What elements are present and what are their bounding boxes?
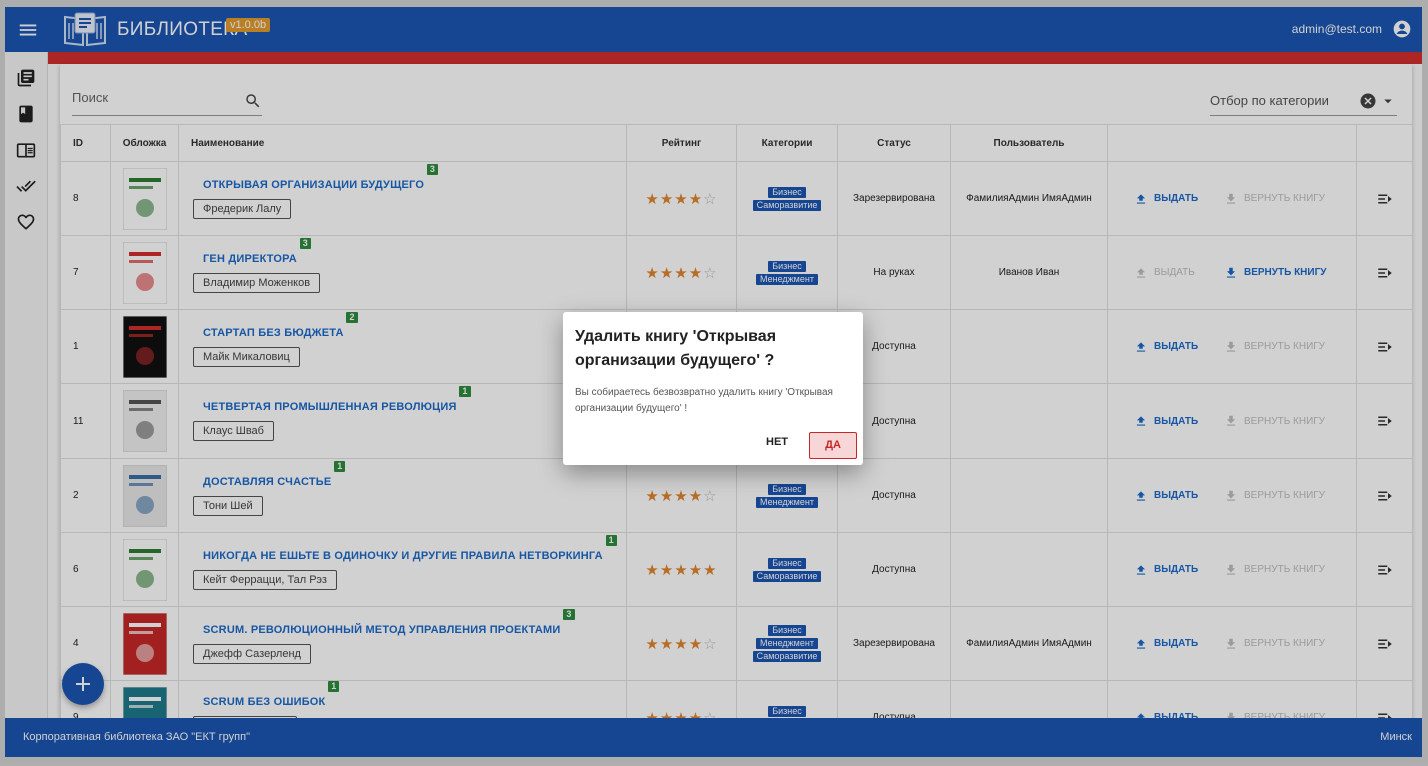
- yes-button[interactable]: ДА: [809, 432, 857, 459]
- delete-book-dialog: Удалить книгу 'Открывая организации буду…: [563, 312, 863, 465]
- dialog-title: Удалить книгу 'Открывая организации буду…: [575, 328, 777, 369]
- dialog-message: Вы собираетесь безвозвратно удалить книг…: [575, 387, 833, 414]
- no-button[interactable]: НЕТ: [760, 434, 794, 450]
